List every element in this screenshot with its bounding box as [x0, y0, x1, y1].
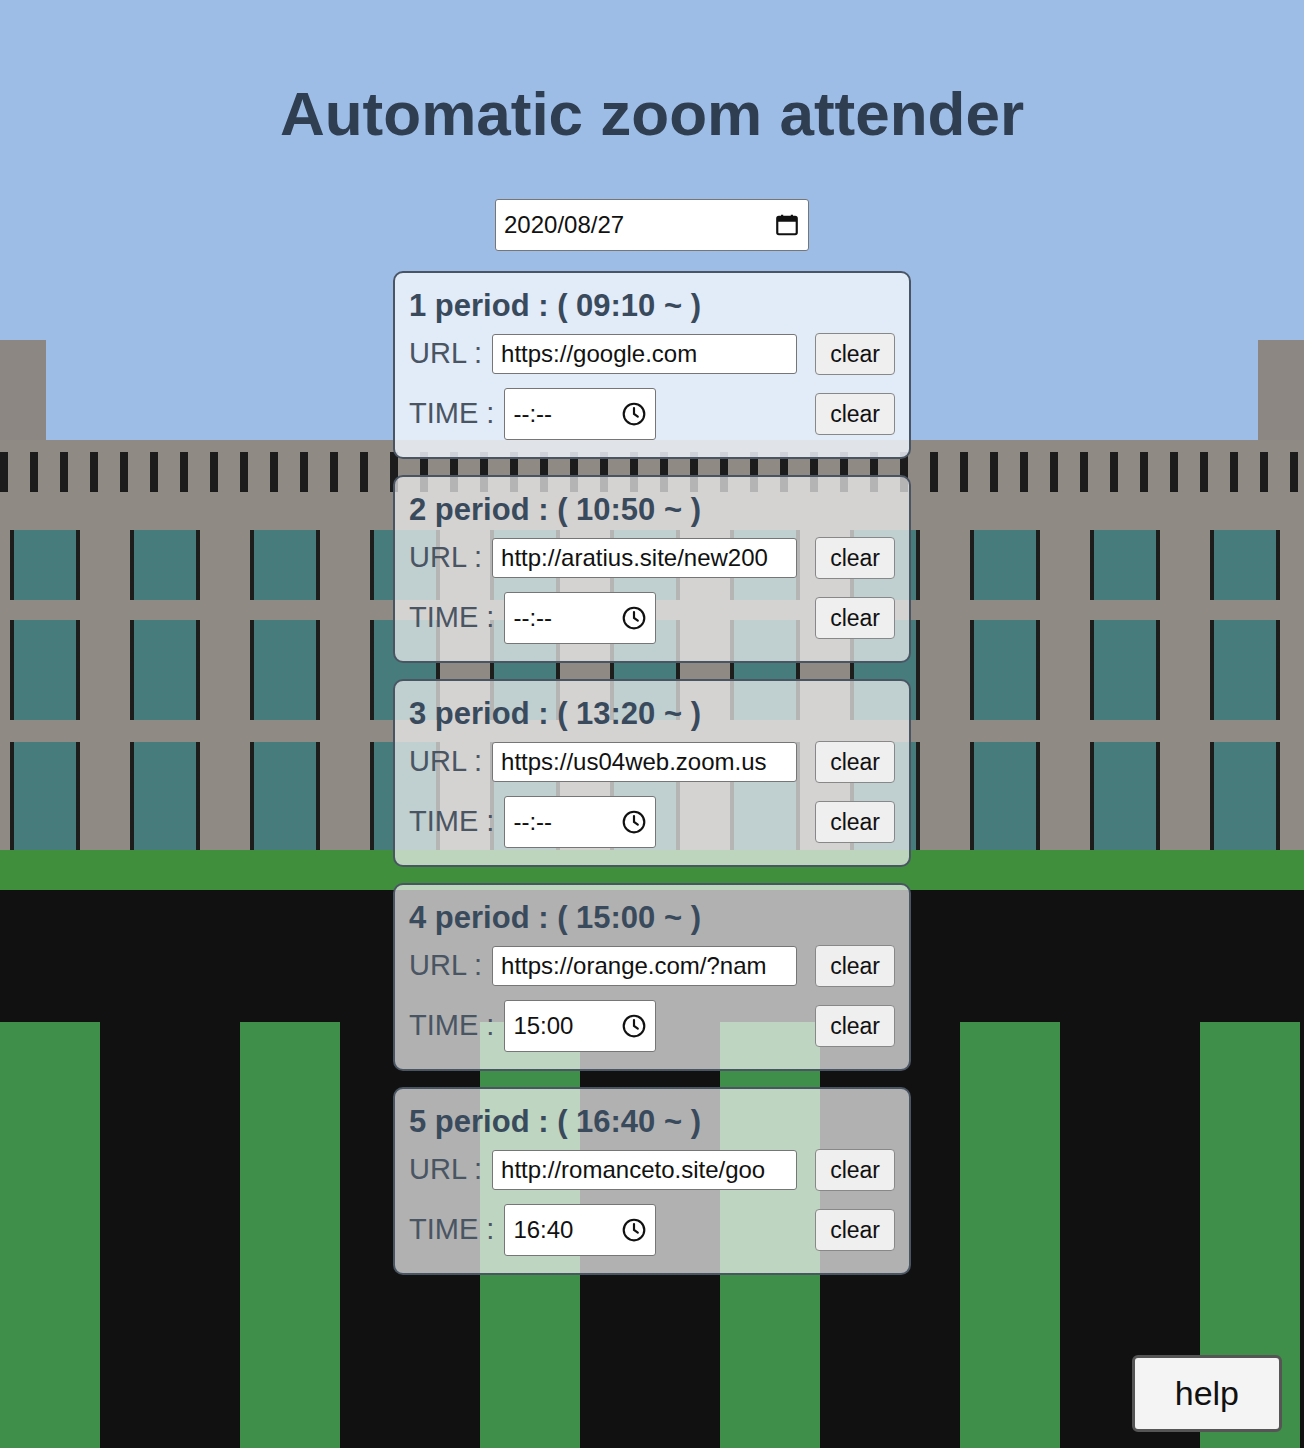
- url-row: URL : clear: [409, 1148, 895, 1192]
- date-field[interactable]: [495, 199, 809, 251]
- clock-icon[interactable]: [621, 809, 647, 835]
- time-input[interactable]: [513, 1212, 621, 1248]
- url-input[interactable]: [501, 1152, 788, 1188]
- url-field[interactable]: [492, 946, 797, 986]
- calendar-icon[interactable]: [774, 212, 800, 238]
- url-field[interactable]: [492, 334, 797, 374]
- clear-time-button[interactable]: clear: [815, 393, 895, 435]
- clock-icon[interactable]: [621, 1013, 647, 1039]
- period-label: 2 period : ( 10:50 ~ ): [409, 491, 895, 528]
- url-row: URL : clear: [409, 536, 895, 580]
- time-field[interactable]: [504, 796, 656, 848]
- clock-icon[interactable]: [621, 605, 647, 631]
- clear-url-button[interactable]: clear: [815, 741, 895, 783]
- time-field[interactable]: [504, 1204, 656, 1256]
- page-title: Automatic zoom attender: [280, 78, 1024, 149]
- period-card: 4 period : ( 15:00 ~ ) URL : clear TIME : cl…: [393, 883, 911, 1071]
- time-input[interactable]: [513, 1008, 621, 1044]
- url-input[interactable]: [501, 336, 788, 372]
- time-label: TIME :: [409, 596, 494, 640]
- clear-time-button[interactable]: clear: [815, 801, 895, 843]
- clear-url-button[interactable]: clear: [815, 945, 895, 987]
- url-field[interactable]: [492, 742, 797, 782]
- help-button[interactable]: help: [1132, 1355, 1282, 1432]
- time-row: TIME : clear: [409, 1204, 895, 1256]
- clear-time-button[interactable]: clear: [815, 1005, 895, 1047]
- clear-time-button[interactable]: clear: [815, 597, 895, 639]
- period-label: 5 period : ( 16:40 ~ ): [409, 1103, 895, 1140]
- url-label: URL :: [409, 1148, 482, 1192]
- time-label: TIME :: [409, 1208, 494, 1252]
- time-row: TIME : clear: [409, 796, 895, 848]
- time-row: TIME : clear: [409, 592, 895, 644]
- time-label: TIME :: [409, 392, 494, 436]
- url-field[interactable]: [492, 1150, 797, 1190]
- clear-url-button[interactable]: clear: [815, 333, 895, 375]
- url-field[interactable]: [492, 538, 797, 578]
- time-input[interactable]: [513, 600, 621, 636]
- time-row: TIME : clear: [409, 388, 895, 440]
- url-label: URL :: [409, 944, 482, 988]
- period-card: 2 period : ( 10:50 ~ ) URL : clear TIME : cl…: [393, 475, 911, 663]
- clock-icon[interactable]: [621, 401, 647, 427]
- clear-time-button[interactable]: clear: [815, 1209, 895, 1251]
- url-input[interactable]: [501, 948, 788, 984]
- clock-icon[interactable]: [621, 1217, 647, 1243]
- url-label: URL :: [409, 332, 482, 376]
- time-field[interactable]: [504, 388, 656, 440]
- clear-url-button[interactable]: clear: [815, 537, 895, 579]
- url-label: URL :: [409, 536, 482, 580]
- url-row: URL : clear: [409, 332, 895, 376]
- clear-url-button[interactable]: clear: [815, 1149, 895, 1191]
- url-label: URL :: [409, 740, 482, 784]
- time-field[interactable]: [504, 1000, 656, 1052]
- time-label: TIME :: [409, 1004, 494, 1048]
- period-card: 3 period : ( 13:20 ~ ) URL : clear TIME : cl…: [393, 679, 911, 867]
- time-input[interactable]: [513, 396, 621, 432]
- period-label: 1 period : ( 09:10 ~ ): [409, 287, 895, 324]
- period-list: 1 period : ( 09:10 ~ ) URL : clear TIME : cl…: [393, 271, 911, 1275]
- url-row: URL : clear: [409, 740, 895, 784]
- url-input[interactable]: [501, 540, 788, 576]
- time-input[interactable]: [513, 804, 621, 840]
- period-label: 3 period : ( 13:20 ~ ): [409, 695, 895, 732]
- time-row: TIME : clear: [409, 1000, 895, 1052]
- time-label: TIME :: [409, 800, 494, 844]
- date-input[interactable]: [504, 207, 774, 243]
- url-row: URL : clear: [409, 944, 895, 988]
- period-card: 1 period : ( 09:10 ~ ) URL : clear TIME : cl…: [393, 271, 911, 459]
- time-field[interactable]: [504, 592, 656, 644]
- url-input[interactable]: [501, 744, 788, 780]
- period-label: 4 period : ( 15:00 ~ ): [409, 899, 895, 936]
- period-card: 5 period : ( 16:40 ~ ) URL : clear TIME : cl…: [393, 1087, 911, 1275]
